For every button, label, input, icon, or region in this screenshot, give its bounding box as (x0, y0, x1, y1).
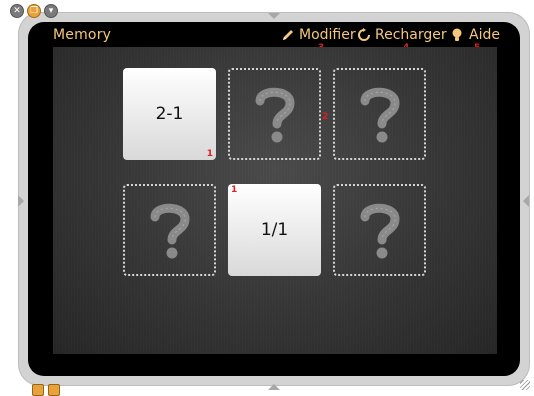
close-icon[interactable]: ✕ (10, 4, 24, 18)
memory-card[interactable] (333, 184, 426, 276)
question-mark-icon (150, 203, 190, 259)
help-button[interactable]: Aide (451, 27, 500, 43)
card-text: 2-1 (155, 104, 184, 124)
card-badge: 2 (322, 112, 329, 122)
memory-card[interactable]: 1/1 1 (228, 184, 321, 276)
question-mark-icon (360, 203, 400, 259)
memory-card[interactable]: 2-1 1 (123, 68, 216, 160)
question-mark-icon (360, 87, 400, 143)
reload-button[interactable]: Recharger (357, 27, 447, 43)
reload-icon (357, 28, 371, 42)
reload-label: Recharger (375, 27, 447, 43)
left-resize-handle[interactable] (18, 195, 24, 207)
page-indicator[interactable] (48, 384, 60, 396)
edit-button[interactable]: Modifier (281, 27, 356, 43)
card-badge: 1 (231, 185, 238, 195)
memory-card[interactable] (333, 68, 426, 160)
card-text: 1/1 (260, 220, 289, 240)
lightbulb-icon (451, 28, 465, 42)
corner-resize-handle[interactable] (520, 380, 530, 390)
edit-label: Modifier (299, 27, 356, 43)
card-badge: 1 (206, 149, 213, 159)
page-indicators (32, 384, 60, 396)
memory-card[interactable] (123, 184, 216, 276)
memory-card[interactable] (228, 68, 321, 160)
right-resize-handle[interactable] (523, 195, 529, 207)
page-indicator[interactable] (32, 384, 44, 396)
app-title: Memory (53, 27, 112, 43)
minimize-icon[interactable]: ▾ (44, 4, 58, 18)
bottom-resize-handle[interactable] (268, 384, 280, 390)
question-mark-icon (255, 87, 295, 143)
pencil-icon (281, 28, 295, 42)
help-label: Aide (469, 27, 500, 43)
window-controls: ✕ ❐ ▾ (10, 4, 58, 18)
duplicate-icon[interactable]: ❐ (27, 4, 41, 18)
top-resize-handle[interactable] (268, 13, 280, 19)
